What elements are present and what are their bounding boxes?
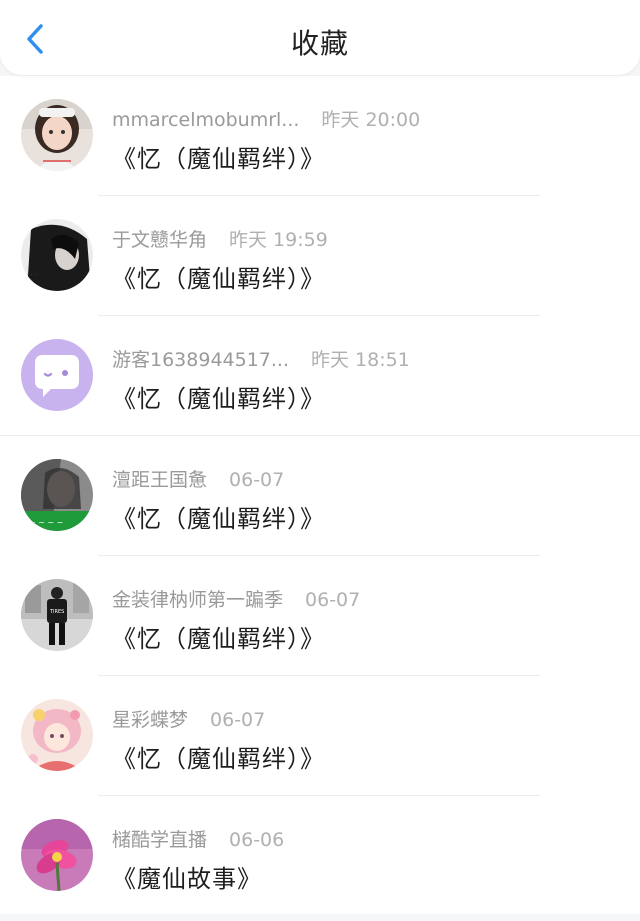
timestamp: 06-07 <box>210 709 266 731</box>
avatar[interactable] <box>21 699 93 771</box>
avatar[interactable] <box>21 99 93 171</box>
street-figure-avatar-icon: TIRES <box>21 579 93 651</box>
list-item[interactable]: mmarcelmobumrl... 昨天 20:00 《忆（魔仙羁绊）》 <box>0 76 640 196</box>
timestamp: 06-06 <box>229 829 285 851</box>
page-title: 收藏 <box>290 27 349 60</box>
svg-text:TIRES: TIRES <box>49 609 64 615</box>
bottom-gap <box>0 914 640 921</box>
list-item[interactable]: ~ ~ ~ ~ 澶距王国惫 06-07 《忆（魔仙羁绊）》 <box>0 436 640 556</box>
user-name[interactable]: mmarcelmobumrl... <box>112 109 299 131</box>
chat-bubble-avatar-icon <box>21 339 93 411</box>
list-item[interactable]: 槠酷学直播 06-06 《魔仙故事》 <box>0 796 640 916</box>
user-name[interactable]: 槠酷学直播 <box>112 829 207 851</box>
item-meta: 游客1638944517... 昨天 18:51 <box>112 345 410 372</box>
user-name[interactable]: 于文戆华角 <box>112 229 207 251</box>
favorites-list: mmarcelmobumrl... 昨天 20:00 《忆（魔仙羁绊）》 · · … <box>0 76 640 916</box>
item-meta: 星彩蝶梦 06-07 <box>112 705 265 732</box>
item-meta: 于文戆华角 昨天 19:59 <box>112 225 328 252</box>
timestamp: 06-07 <box>229 469 285 491</box>
item-meta: 金装律枘师第一蹁季 06-07 <box>112 585 360 612</box>
item-meta: 槠酷学直播 06-06 <box>112 825 284 852</box>
item-title[interactable]: 《忆（魔仙羁绊）》 <box>112 739 325 774</box>
avatar[interactable] <box>21 339 93 411</box>
item-title[interactable]: 《忆（魔仙羁绊）》 <box>112 259 325 294</box>
top-bar: 收藏 <box>0 0 640 75</box>
list-item[interactable]: 游客1638944517... 昨天 18:51 《忆（魔仙羁绊）》 <box>0 316 640 436</box>
user-name[interactable]: 澶距王国惫 <box>112 469 207 491</box>
pink-flower-avatar-icon <box>21 819 93 891</box>
timestamp: 06-07 <box>305 589 361 611</box>
svg-text:~ ~ ~ ~: ~ ~ ~ ~ <box>29 518 63 527</box>
item-title[interactable]: 《魔仙故事》 <box>112 859 262 894</box>
girl-avatar-icon <box>21 99 93 171</box>
dark-hair-avatar-icon: · · · <box>21 219 93 291</box>
green-banner-avatar-icon: ~ ~ ~ ~ <box>21 459 93 531</box>
user-name[interactable]: 金装律枘师第一蹁季 <box>112 589 283 611</box>
item-title[interactable]: 《忆（魔仙羁绊）》 <box>112 619 325 654</box>
anime-girl-avatar-icon <box>21 699 93 771</box>
avatar[interactable]: · · · <box>21 219 93 291</box>
avatar[interactable]: TIRES <box>21 579 93 651</box>
favorites-page: 收藏 mmarcelmobumrl... 昨天 20:00 《忆（魔仙羁绊）》 … <box>0 0 640 921</box>
svg-text:· · ·: · · · <box>27 272 37 279</box>
avatar[interactable]: ~ ~ ~ ~ <box>21 459 93 531</box>
timestamp: 昨天 19:59 <box>229 229 328 251</box>
list-item[interactable]: · · · 于文戆华角 昨天 19:59 《忆（魔仙羁绊）》 <box>0 196 640 316</box>
item-title[interactable]: 《忆（魔仙羁绊）》 <box>112 379 325 414</box>
timestamp: 昨天 20:00 <box>321 109 421 131</box>
timestamp: 昨天 18:51 <box>311 349 410 371</box>
user-name[interactable]: 游客1638944517... <box>112 349 289 371</box>
user-name[interactable]: 星彩蝶梦 <box>112 709 188 731</box>
avatar[interactable] <box>21 819 93 891</box>
item-meta: 澶距王国惫 06-07 <box>112 465 284 492</box>
list-item[interactable]: TIRES 金装律枘师第一蹁季 06-07 《忆（魔仙羁绊）》 <box>0 556 640 676</box>
item-title[interactable]: 《忆（魔仙羁绊）》 <box>112 139 325 174</box>
item-title[interactable]: 《忆（魔仙羁绊）》 <box>112 499 325 534</box>
list-item[interactable]: 星彩蝶梦 06-07 《忆（魔仙羁绊）》 <box>0 676 640 796</box>
item-meta: mmarcelmobumrl... 昨天 20:00 <box>112 105 420 132</box>
